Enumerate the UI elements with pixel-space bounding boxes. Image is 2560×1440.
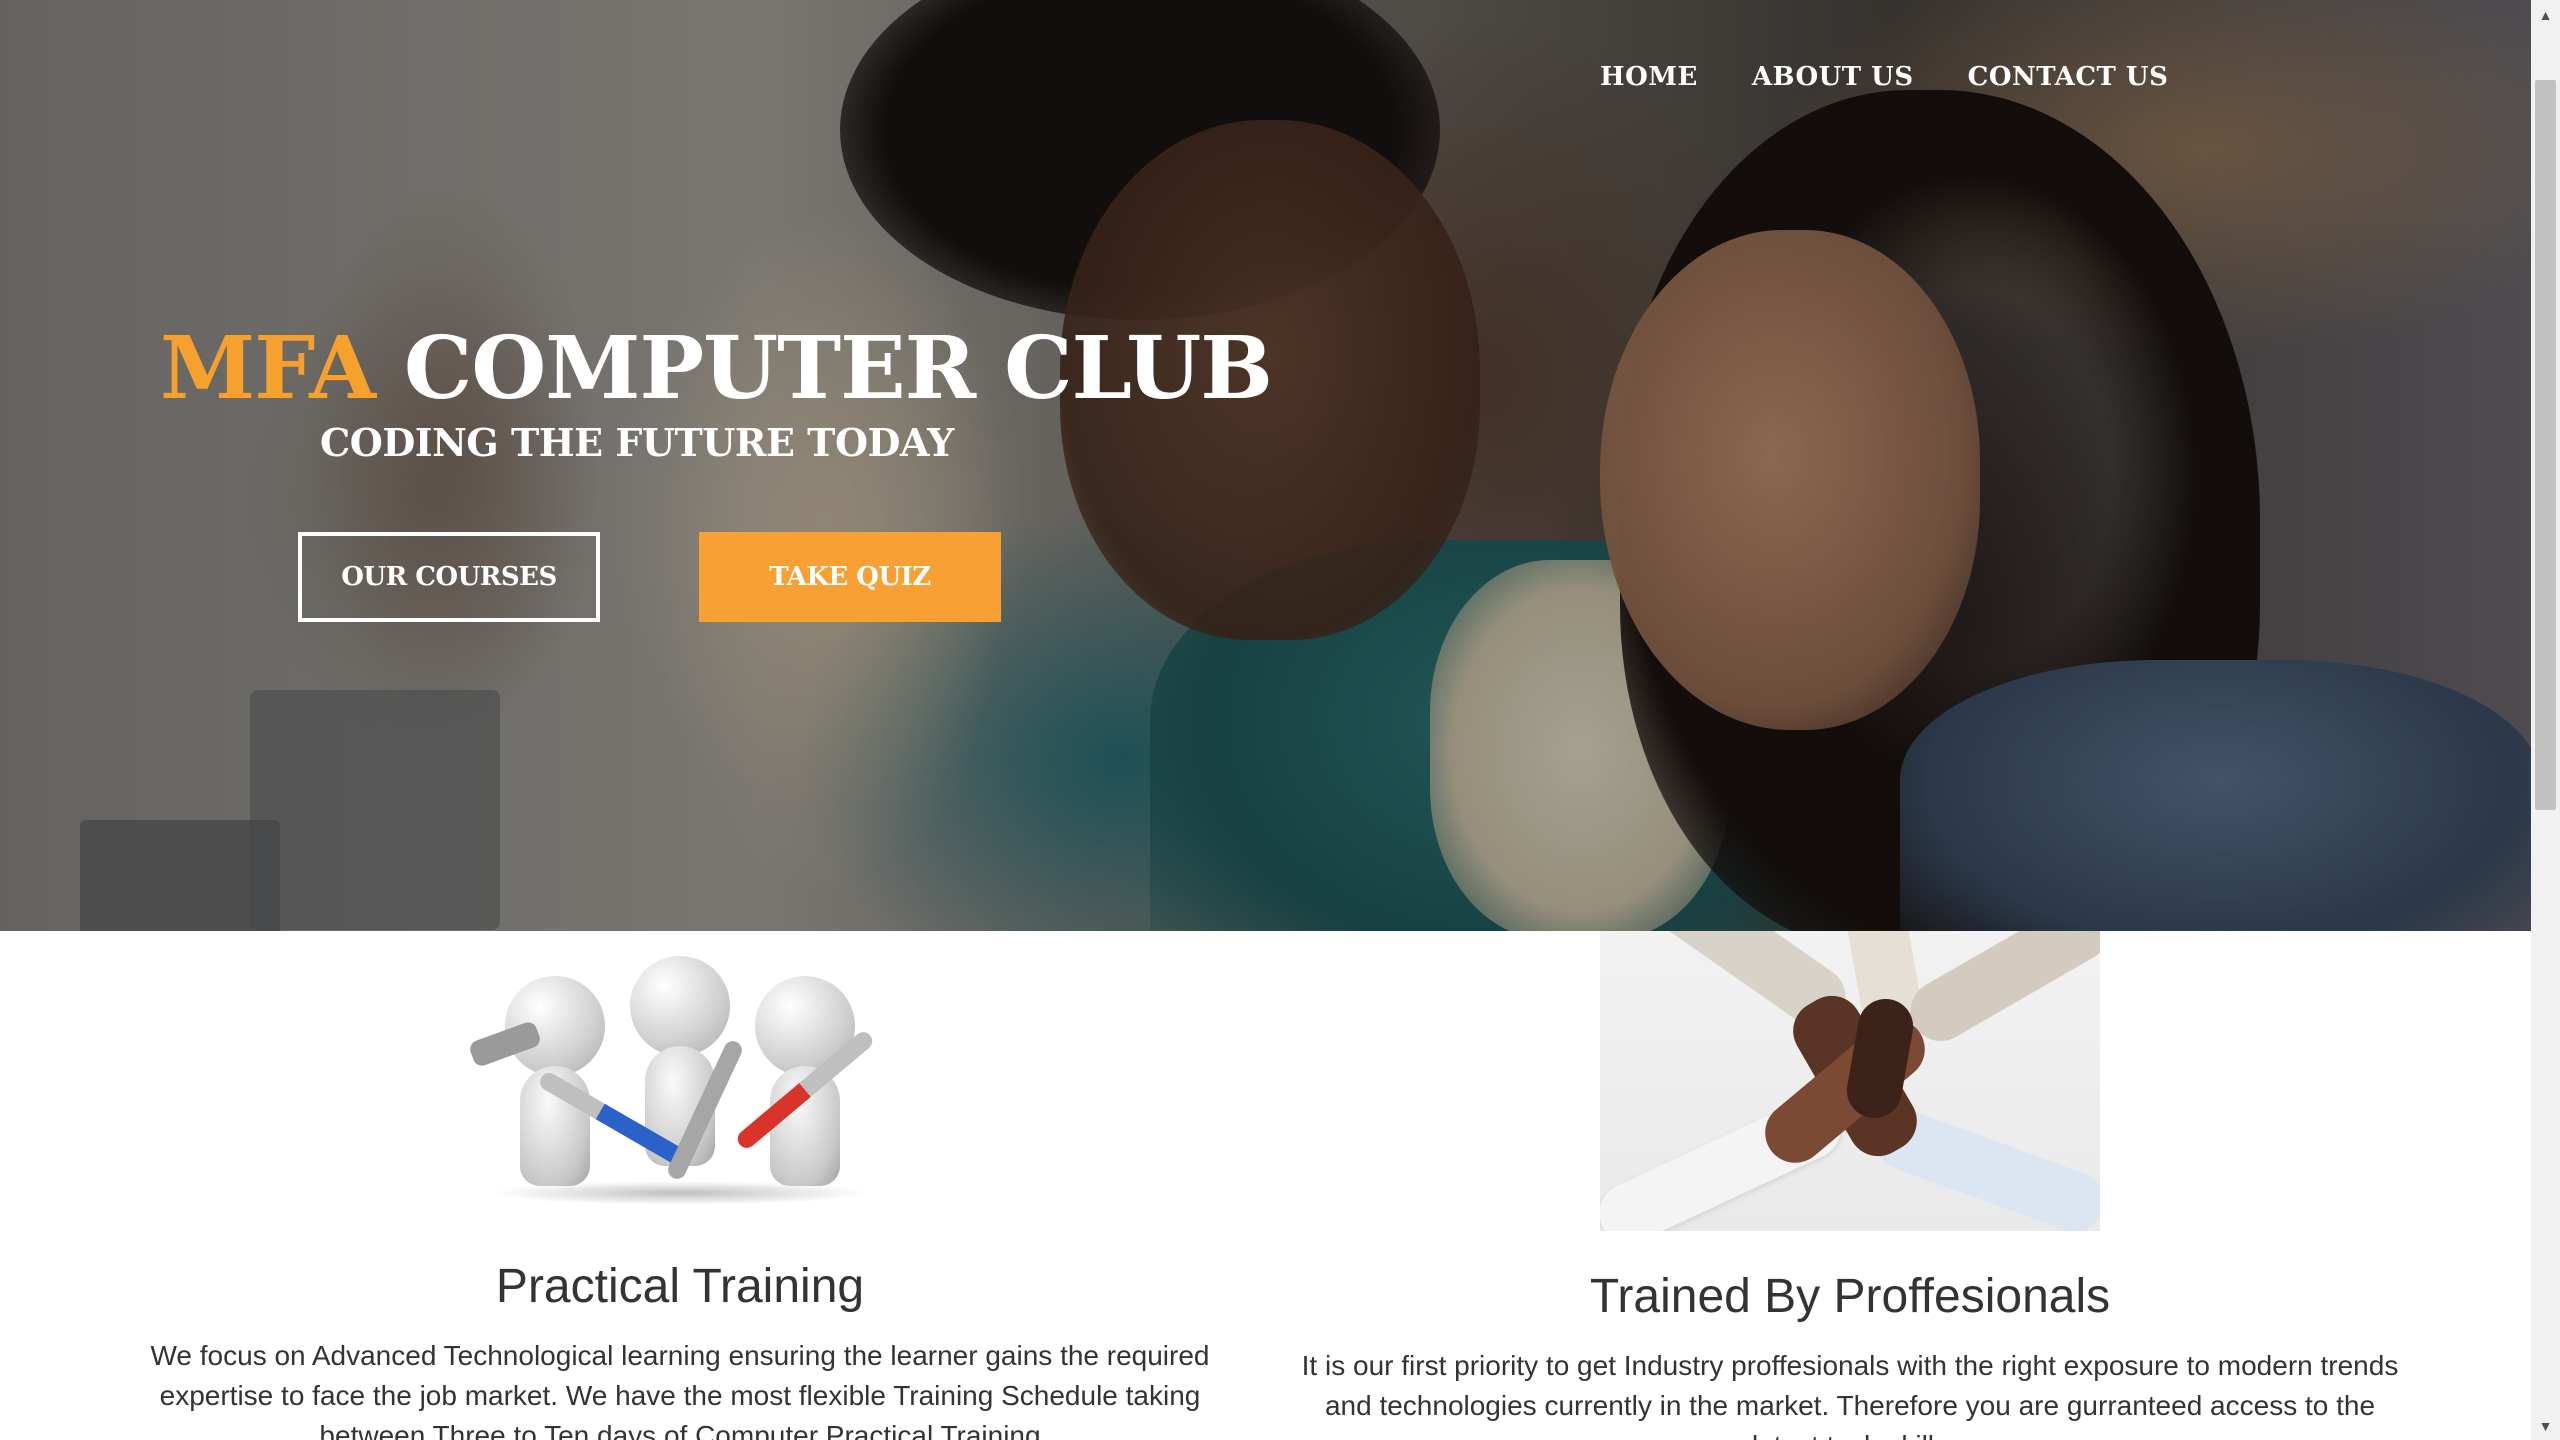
feature-title: Trained By Proffesionals	[1589, 1270, 2111, 1323]
team-tools-figures-image	[450, 931, 910, 1221]
feature-text: We focus on Advanced Technological learn…	[150, 1340, 1210, 1440]
arm-sleeve	[1899, 931, 2100, 1052]
main-nav: HOME ABOUT US CONTACT US	[1600, 62, 2168, 92]
page-scrollbar[interactable]: ▲ ▼	[2531, 0, 2560, 1440]
nav-about-link[interactable]: ABOUT US	[1752, 62, 1914, 92]
joined-hands-image	[1600, 931, 2100, 1231]
feature-trained-by-professionals: Trained By Proffesionals It is our first…	[1285, 931, 2415, 1440]
take-quiz-button[interactable]: TAKE QUIZ	[699, 532, 1001, 622]
scroll-up-arrow-icon[interactable]: ▲	[2531, 0, 2560, 29]
scroll-down-arrow-icon[interactable]: ▼	[2531, 1411, 2560, 1440]
hero-overlay	[0, 0, 2531, 931]
nav-home-link[interactable]: HOME	[1600, 62, 1698, 92]
feature-text: It is our first priority to get Industry…	[1301, 1350, 2399, 1440]
hero-title-rest: COMPUTER CLUB	[403, 318, 1273, 419]
our-courses-button[interactable]: OUR COURSES	[298, 532, 600, 622]
nav-contact-link[interactable]: CONTACT US	[1968, 62, 2169, 92]
feature-practical-training: Practical Training We focus on Advanced …	[115, 931, 1245, 1440]
hero-subtitle: CODING THE FUTURE TODAY	[320, 420, 954, 465]
hero-banner: HOME ABOUT US CONTACT US MFA COMPUTER CL…	[0, 0, 2531, 931]
scrollbar-thumb[interactable]	[2535, 80, 2556, 810]
feature-title: Practical Training	[495, 1260, 865, 1313]
hero-title: MFA COMPUTER CLUB	[160, 318, 1273, 419]
hero-title-accent: MFA	[160, 318, 376, 419]
figure-head	[630, 956, 730, 1056]
figure-right	[740, 951, 870, 1201]
